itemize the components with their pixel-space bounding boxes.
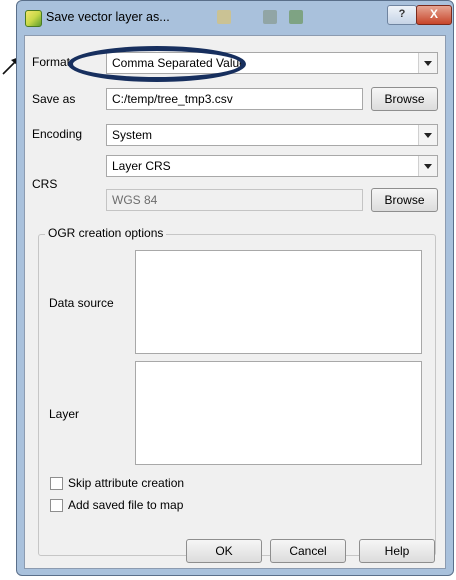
save-as-path-field[interactable]: C:/temp/tree_tmp3.csv — [106, 88, 363, 110]
window-help-button[interactable]: ? — [387, 5, 417, 25]
dialog-body: Format Comma Separated Value Save as C:/… — [24, 35, 446, 569]
encoding-value: System — [112, 128, 153, 142]
chevron-down-icon — [418, 156, 437, 176]
skip-attribute-checkbox[interactable] — [50, 477, 63, 490]
window-close-button[interactable]: X — [416, 5, 452, 25]
save-as-label: Save as — [32, 92, 76, 106]
qgis-app-icon — [25, 10, 42, 27]
window-title: Save vector layer as... — [46, 10, 170, 24]
format-value: Comma Separated Value — [112, 56, 246, 70]
add-to-map-checkbox[interactable] — [50, 499, 63, 512]
crs-value: WGS 84 — [112, 193, 158, 207]
layer-textarea[interactable] — [135, 361, 422, 465]
skip-attribute-label: Skip attribute creation — [68, 476, 185, 490]
background-toolbar-icon — [217, 10, 231, 24]
format-dropdown[interactable]: Comma Separated Value — [106, 52, 438, 74]
format-label: Format — [32, 55, 71, 69]
data-source-label: Data source — [49, 296, 114, 310]
crs-mode-dropdown[interactable]: Layer CRS — [106, 155, 438, 177]
layer-label: Layer — [49, 407, 80, 421]
background-toolbar-icon — [263, 10, 277, 24]
crs-label: CRS — [32, 177, 58, 191]
encoding-dropdown[interactable]: System — [106, 124, 438, 146]
ogr-options-title: OGR creation options — [45, 226, 167, 240]
help-button[interactable]: Help — [359, 539, 435, 563]
crs-field: WGS 84 — [106, 189, 363, 211]
save-as-browse-button[interactable]: Browse — [371, 87, 438, 111]
dialog-window: Save vector layer as... ? X Format Comma… — [16, 0, 454, 576]
title-bar[interactable]: Save vector layer as... ? X — [17, 1, 453, 33]
encoding-label: Encoding — [32, 127, 83, 141]
cancel-button[interactable]: Cancel — [270, 539, 346, 563]
save-as-path-value: C:/temp/tree_tmp3.csv — [112, 92, 233, 106]
chevron-down-icon — [418, 53, 437, 73]
chevron-down-icon — [418, 125, 437, 145]
crs-browse-button[interactable]: Browse — [371, 188, 438, 212]
data-source-textarea[interactable] — [135, 250, 422, 354]
crs-mode-value: Layer CRS — [112, 159, 171, 173]
ok-button[interactable]: OK — [186, 539, 262, 563]
background-toolbar-icon — [289, 10, 303, 24]
add-to-map-label: Add saved file to map — [68, 498, 184, 512]
